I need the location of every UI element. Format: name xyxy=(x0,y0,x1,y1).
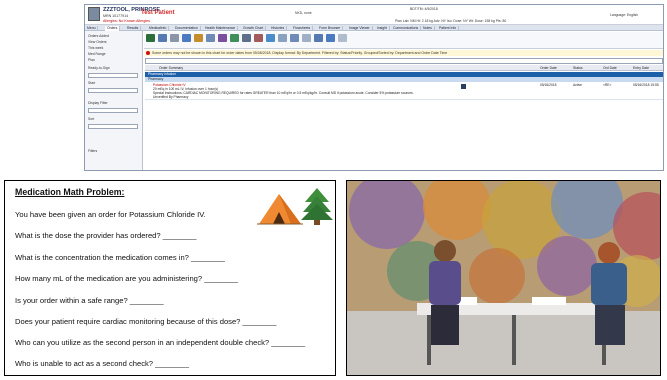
tab-patient-info[interactable]: Patient Info xyxy=(437,25,460,31)
camping-tent-icon xyxy=(257,194,303,225)
tab-results[interactable]: Results xyxy=(125,25,142,31)
toolbar-action-icon[interactable] xyxy=(182,34,191,42)
toolbar-action-icon[interactable] xyxy=(206,34,215,42)
sort-select[interactable] xyxy=(88,124,138,129)
photo-illustration xyxy=(347,181,660,375)
camping-illustration xyxy=(257,188,333,225)
tab-histories[interactable]: Histories xyxy=(269,25,288,31)
tree-icon xyxy=(301,188,333,225)
toolbar-action-icon[interactable] xyxy=(314,34,323,42)
worksheet-question-2: What is the dose the provider has ordere… xyxy=(15,231,197,240)
tab-notes[interactable]: Notes xyxy=(421,25,435,31)
menu-bar: Menu Orders Results MedicalInfo Document… xyxy=(85,25,663,31)
worksheet-question-6: Does your patient require cardiac monito… xyxy=(15,317,277,326)
order-row[interactable]: Potassium Chloride IV 20 mEq in 100 mL I… xyxy=(145,82,663,100)
orders-search-input[interactable] xyxy=(145,58,663,64)
banner-info-1: NKD, none xyxy=(295,11,312,15)
patient-banner: ZZZTOOL, PRINROSE MRN 10177914 Allergies… xyxy=(85,5,663,25)
allergy-status: Allergies: No Known Allergies xyxy=(103,19,150,23)
side-this-week[interactable]: This week xyxy=(88,46,103,50)
tab-documentation[interactable]: Documentation xyxy=(173,25,201,31)
side-orders-added[interactable]: Orders Added xyxy=(88,34,109,38)
tab-menu[interactable]: Menu xyxy=(85,25,99,31)
toolbar-action-icon[interactable] xyxy=(230,34,239,42)
test-patient-label: Test Patient xyxy=(141,10,175,16)
worksheet-title: Medication Math Problem: xyxy=(15,187,125,197)
side-sort: Sort xyxy=(88,117,95,121)
col-order-summary[interactable]: Order Summary xyxy=(159,65,183,71)
patient-mrn: MRN 10177914 xyxy=(103,14,129,18)
worksheet-question-8: Who is unable to act as a second check? … xyxy=(15,359,189,368)
tab-flowsheets[interactable]: Flowsheets xyxy=(291,25,314,31)
toolbar-action-icon[interactable] xyxy=(302,34,311,42)
banner-info-3: Language: English xyxy=(610,13,639,17)
toolbar-action-icon[interactable] xyxy=(158,34,167,42)
tab-orders[interactable]: Orders xyxy=(105,25,121,31)
worksheet-question-4: How many mL of the medication are you ad… xyxy=(15,274,239,283)
order-toolbar xyxy=(144,32,663,49)
toolbar-action-icon[interactable] xyxy=(170,34,179,42)
side-ready-to-sign[interactable]: Ready-to-Sign xyxy=(88,66,110,70)
start-date-field[interactable] xyxy=(88,73,138,78)
orders-sidebar: Orders Added View Orders This week Med R… xyxy=(85,31,143,170)
display-filter-select[interactable] xyxy=(88,108,138,113)
side-view-orders[interactable]: View Orders xyxy=(88,40,107,44)
order-flag-icon xyxy=(461,84,466,89)
side-display-filter: Display Filter xyxy=(88,101,108,105)
worksheet-question-7: Who can you utilize as the second person… xyxy=(15,338,306,347)
order-date-cell: 05/16/2018 xyxy=(540,83,557,87)
medication-math-worksheet: Medication Math Problem: You have been g… xyxy=(4,180,336,376)
side-start: Start xyxy=(88,81,96,85)
toolbar-action-icon[interactable] xyxy=(218,34,227,42)
tab-communications[interactable]: Communications xyxy=(391,25,422,31)
order-verification: Unverified By Pharmacy xyxy=(153,95,189,99)
tab-growth-chart[interactable]: Growth Chart xyxy=(241,25,267,31)
toolbar-action-icon[interactable] xyxy=(326,34,335,42)
worksheet-question-1: You have been given an order for Potassi… xyxy=(15,210,206,219)
tab-medical-info[interactable]: MedicalInfo xyxy=(147,25,170,31)
end-date-field[interactable] xyxy=(88,88,138,93)
side-filters[interactable]: Filters xyxy=(88,149,97,153)
toolbar-action-icon[interactable] xyxy=(266,34,275,42)
tab-health-maintenance[interactable]: Health Maintenance xyxy=(203,25,239,31)
warning-text: Some orders may not be shown in this cha… xyxy=(152,51,448,55)
warning-icon xyxy=(146,51,150,55)
toolbar-action-icon[interactable] xyxy=(194,34,203,42)
side-plan[interactable]: Plan xyxy=(88,58,95,62)
ehr-screenshot: ZZZTOOL, PRINROSE MRN 10177914 Allergies… xyxy=(84,4,664,171)
tab-form-browser[interactable]: Form Browser xyxy=(317,25,344,31)
order-entry-cell: 05/16/2018 15:55 xyxy=(633,83,659,87)
col-entry-date[interactable]: Entry Date xyxy=(633,65,649,71)
user-avatar-icon xyxy=(88,7,100,21)
col-status[interactable]: Status xyxy=(573,65,583,71)
toolbar-action-icon[interactable] xyxy=(254,34,263,42)
toolbar-action-icon[interactable] xyxy=(338,34,347,42)
classroom-photo xyxy=(346,180,661,376)
orders-grid-header: Order Summary Order Date Status Ord Date… xyxy=(145,65,663,71)
order-ord-cell: <RE> xyxy=(603,83,612,87)
banner-info-4: Plan Lab: NM Ht: 2.18 kg Adv: NY Iso: Do… xyxy=(395,19,507,23)
order-status-cell: Active xyxy=(573,83,582,87)
banner-info-2: BDT/TM: 4/5/2018 xyxy=(410,7,438,11)
toolbar-action-icon[interactable] xyxy=(242,34,251,42)
toolbar-action-icon[interactable] xyxy=(278,34,287,42)
toolbar-action-icon[interactable] xyxy=(146,34,155,42)
side-med-range[interactable]: Med Range xyxy=(88,52,106,56)
worksheet-question-5: Is your order within a safe range? _____… xyxy=(15,296,164,305)
tab-image-viewer[interactable]: Image Viewer xyxy=(347,25,373,31)
col-order-date[interactable]: Order Date xyxy=(540,65,557,71)
tab-insight[interactable]: Insight xyxy=(375,25,390,31)
toolbar-action-icon[interactable] xyxy=(290,34,299,42)
orders-warning: Some orders may not be shown in this cha… xyxy=(145,50,663,56)
worksheet-question-3: What is the concentration the medication… xyxy=(15,253,225,262)
col-ord-date[interactable]: Ord Date xyxy=(603,65,617,71)
